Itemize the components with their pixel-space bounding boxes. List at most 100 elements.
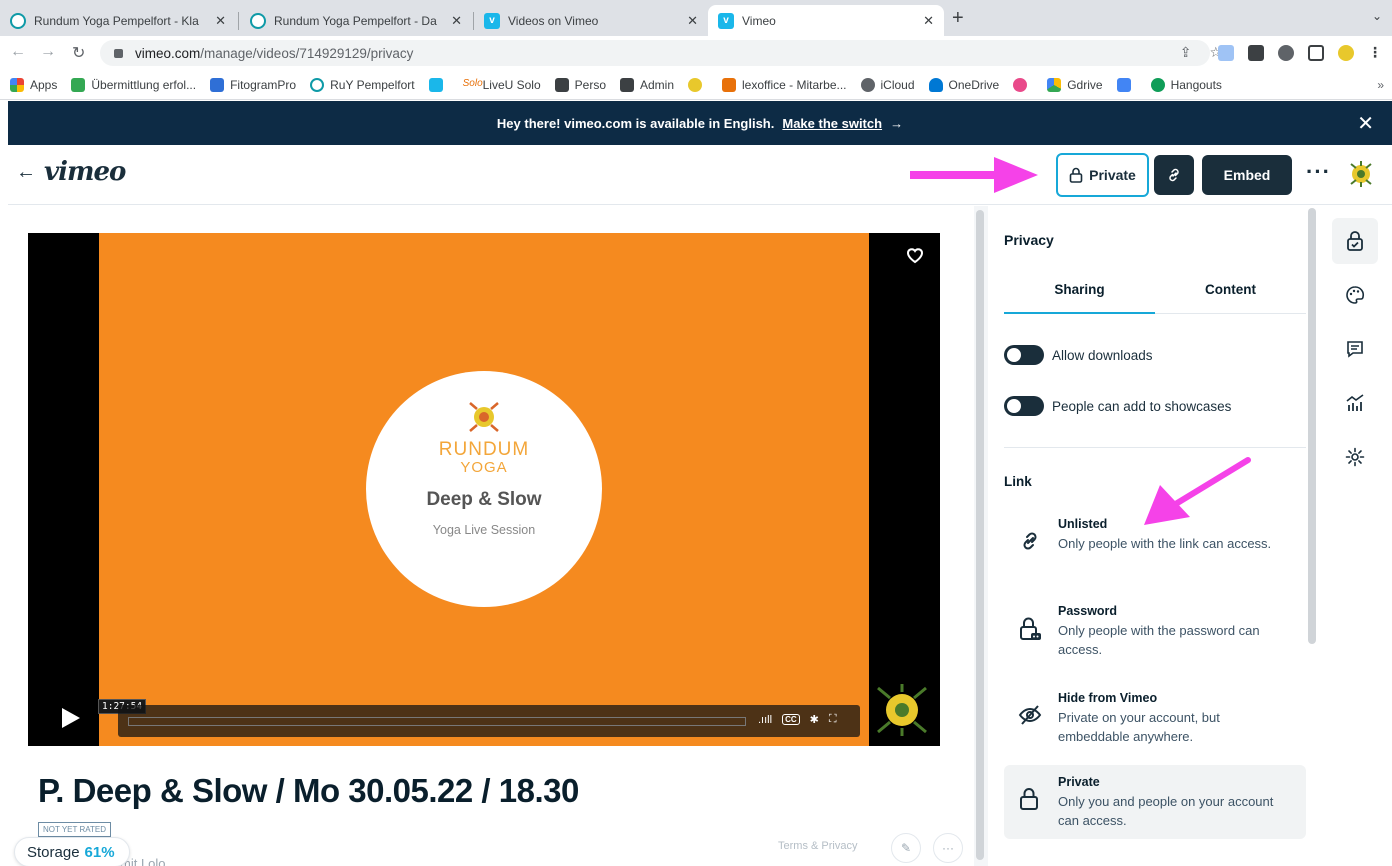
link-icon [1023,532,1037,550]
browser-tab-1[interactable]: Rundum Yoga Pempelfort - Kla ✕ [0,5,236,36]
lock-icon [114,48,123,58]
option-desc: Only people with the password can access… [1058,623,1260,657]
forward-arrow-icon[interactable]: → [40,43,56,61]
bookmark-apps[interactable]: Apps [10,77,57,92]
liveu-icon: Solo [462,77,483,92]
browser-tab-2[interactable]: Rundum Yoga Pempelfort - Da ✕ [240,5,472,36]
bookmark-fitogram[interactable]: FitogramPro [210,77,296,92]
url-input[interactable]: vimeo.com/manage/videos/714929129/privac… [100,40,1210,66]
private-button[interactable]: Private [1056,153,1149,197]
privacy-lock-check-icon [1347,231,1363,251]
bookmark-gdrive[interactable]: Gdrive [1047,77,1103,92]
bookmark-icloud[interactable]: iCloud [860,77,915,92]
extensions-puzzle-icon[interactable] [1278,44,1294,61]
option-desc: Private on your account, but embeddable … [1058,710,1220,744]
make-the-switch-link[interactable]: Make the switch [782,116,882,131]
rail-privacy-button[interactable] [1332,218,1378,264]
back-arrow-icon[interactable]: ← [10,43,26,61]
close-tab-icon[interactable]: ✕ [451,13,462,29]
back-arrow-icon[interactable]: ← [16,161,36,184]
toggle-label: People can add to showcases [1052,398,1232,414]
terms-privacy-link[interactable]: Terms & Privacy [778,840,857,852]
tab-sharing[interactable]: Sharing [1004,282,1155,314]
bookmark-onedrive[interactable]: OneDrive [928,77,999,92]
share-icon[interactable]: ⇪ [1180,44,1192,61]
volume-icon[interactable]: .ııll [758,714,772,726]
rail-appearance-button[interactable] [1332,272,1378,318]
embed-button[interactable]: Embed [1202,155,1292,195]
tab-content[interactable]: Content [1155,282,1306,297]
showcases-toggle[interactable] [1004,396,1044,416]
banner-close-icon[interactable]: ✕ [1357,111,1374,136]
progress-bar[interactable] [128,717,746,726]
bookmark-yoga[interactable] [688,77,708,92]
bookmark-admin[interactable]: Admin [620,77,674,92]
settings-gear-icon[interactable]: ✱ [810,713,819,726]
close-tab-icon[interactable]: ✕ [215,13,226,29]
bookmark-c[interactable] [1013,77,1033,92]
tab-search-chevron-icon[interactable]: ⌄ [1372,9,1382,23]
heart-icon[interactable] [905,246,925,264]
more-options-icon[interactable]: ··· [1306,159,1331,185]
language-banner: Hey there! vimeo.com is available in Eng… [8,101,1392,145]
rail-settings-button[interactable] [1332,434,1378,480]
rail-analytics-button[interactable] [1332,380,1378,426]
bookmark-calendar[interactable] [1116,77,1137,92]
bookmark-lexoffice[interactable]: lexoffice - Mitarbe... [722,77,847,92]
rail-comments-button[interactable] [1332,326,1378,372]
close-tab-icon[interactable]: ✕ [687,13,698,29]
extension-keyboard-icon[interactable] [1248,44,1264,61]
close-tab-icon[interactable]: ✕ [923,13,934,29]
browser-menu-icon[interactable]: ⋮ [1368,44,1382,61]
side-panel-icon[interactable] [1308,44,1324,61]
scroll-thumb[interactable] [1308,208,1316,644]
storage-badge[interactable]: Storage 61% [14,837,130,866]
main-scrollbar[interactable] [974,206,988,866]
option-desc: Only people with the link can access. [1058,536,1272,551]
bookmark-hangouts[interactable]: Hangouts [1150,77,1222,92]
player-control-bar: .ııll CC ✱ ⛶ [118,705,860,737]
bookmark-perso[interactable]: Perso [554,77,606,92]
more-round-button[interactable]: ··· [933,833,963,863]
fitogram-icon [210,77,225,92]
bookmark-ruy[interactable]: RuY Pempelfort [310,77,415,92]
panel-scrollbar[interactable] [1306,206,1320,866]
reload-icon[interactable]: ↻ [72,43,85,63]
privacy-title: Privacy [1004,232,1054,248]
video-title[interactable]: P. Deep & Slow / Mo 30.05.22 / 18.30 [38,772,579,810]
copy-link-button[interactable] [1154,155,1194,195]
new-tab-plus-icon[interactable]: + [952,7,964,30]
scroll-thumb[interactable] [976,210,984,860]
option-name: Password [1058,604,1118,618]
browser-tab-4-active[interactable]: v Vimeo ✕ [708,5,944,36]
storage-label: Storage [27,843,80,861]
browser-address-bar: ← → ↻ vimeo.com/manage/videos/714929129/… [0,36,1392,70]
perso-icon [554,77,569,92]
vimeo-logo[interactable]: vimeo [44,157,126,187]
captions-icon[interactable]: CC [782,714,800,725]
browser-tab-3[interactable]: v Videos on Vimeo ✕ [474,5,708,36]
option-hide-from-vimeo[interactable]: Hide from Vimeo Private on your account,… [1004,681,1306,755]
user-avatar[interactable] [1346,159,1376,189]
tab-title: Rundum Yoga Pempelfort - Kla [34,13,199,28]
bookmark-liveu[interactable]: Solo LiveU Solo [462,77,541,92]
lock-icon [1020,788,1038,810]
bookmark-vimeo[interactable] [428,77,449,92]
bookmark-uebermittlung[interactable]: Übermittlung erfol... [71,77,196,92]
brand-line-2: YOGA [460,459,508,476]
annotation-arrow-icon [1144,457,1251,525]
rating-badge: NOT YET RATED [38,822,111,837]
privacy-panel: Privacy Sharing Content Allow downloads … [990,206,1320,866]
option-password[interactable]: Password Only people with the password c… [1004,594,1306,668]
edit-pen-button[interactable]: ✎ [891,833,921,863]
extension-grammar-icon[interactable] [1218,44,1234,61]
vimeo-icon [428,77,443,92]
allow-downloads-toggle[interactable] [1004,345,1044,365]
profile-avatar-icon[interactable] [1338,44,1354,61]
option-private-selected[interactable]: Private Only you and people on your acco… [1004,765,1306,839]
video-player[interactable]: RUNDUM YOGA Deep & Slow Yoga Live Sessio… [28,233,940,746]
more-bookmarks-chevron[interactable]: » [1377,78,1384,92]
annotation-arrow-icon [910,157,1038,193]
play-icon[interactable] [60,706,82,730]
fullscreen-icon[interactable]: ⛶ [829,713,837,726]
